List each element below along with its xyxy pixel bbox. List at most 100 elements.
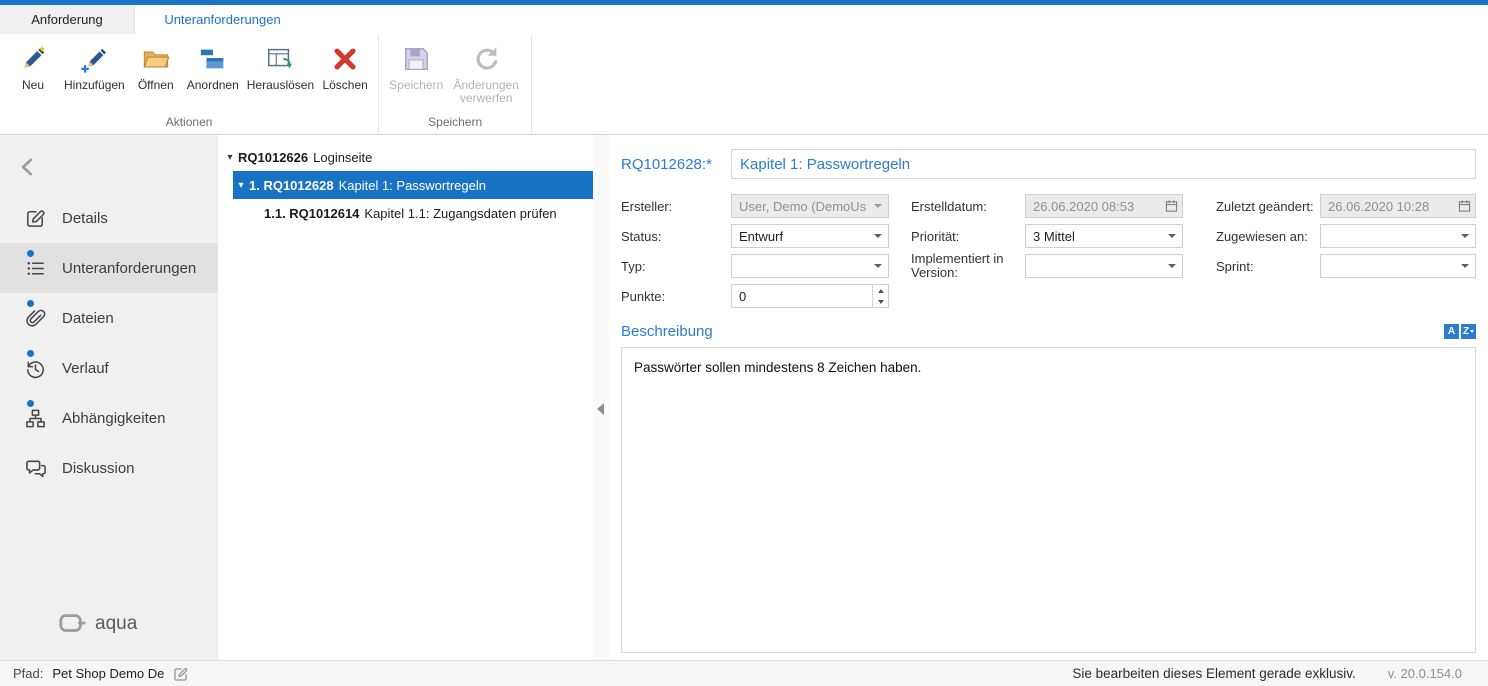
requirement-id-label: RQ1012628:* <box>621 156 731 173</box>
tree-item-rq1012626[interactable]: ▾ RQ1012626 Loginseite <box>218 143 593 171</box>
loeschen-button[interactable]: Löschen <box>318 42 372 92</box>
requirements-tree: ▾ RQ1012626 Loginseite ▾ 1. RQ1012628 Ka… <box>218 135 593 660</box>
sidebar-item-label: Unteranforderungen <box>62 260 196 277</box>
description-section-title: Beschreibung <box>621 323 1444 340</box>
tab-label: Anforderung <box>31 12 103 27</box>
description-header: Beschreibung A Z <box>621 317 1476 345</box>
erstelldatum-value: 26.06.2020 08:53 <box>1033 199 1134 214</box>
prioritaet-value: 3 Mittel <box>1033 229 1075 244</box>
title-input[interactable] <box>731 149 1476 179</box>
zugewiesen-an-label: Zugewiesen an: <box>1216 229 1320 244</box>
herausloesen-button[interactable]: Herauslösen <box>243 42 318 92</box>
sprint-select[interactable] <box>1320 254 1476 278</box>
back-chevron-icon[interactable] <box>16 155 40 179</box>
button-label: Änderungen verwerfen <box>451 79 521 105</box>
edit-details-icon <box>24 207 47 230</box>
expand-caret-icon[interactable]: ▾ <box>222 152 238 163</box>
button-label: Löschen <box>322 79 367 92</box>
erstelldatum-field: 26.06.2020 08:53 <box>1025 194 1183 218</box>
button-label: Anordnen <box>187 79 239 92</box>
spin-down-icon[interactable] <box>873 296 888 307</box>
ersteller-select: User, Demo (DemoUs ... <box>731 194 889 218</box>
sidebar-item-label: Verlauf <box>62 360 109 377</box>
app-version: v. 20.0.154.0 <box>1388 666 1462 681</box>
zuletzt-geaendert-value: 26.06.2020 10:28 <box>1328 199 1429 214</box>
detail-panel: RQ1012628:* Ersteller: User, Demo (DemoU… <box>609 135 1488 660</box>
sidebar-item-verlauf[interactable]: Verlauf <box>0 343 218 393</box>
chevron-down-icon <box>874 264 882 268</box>
arrange-icon <box>198 44 228 74</box>
tab-bar: Anforderung Unteranforderungen <box>0 5 1488 34</box>
sort-a-button[interactable]: A <box>1444 324 1459 339</box>
history-icon <box>24 357 47 380</box>
notification-dot <box>27 350 34 357</box>
chevron-down-icon <box>1168 264 1176 268</box>
tree-item-id: RQ1012626 <box>238 150 308 165</box>
anordnen-button[interactable]: Anordnen <box>183 42 243 92</box>
sidebar-item-unteranforderungen[interactable]: Unteranforderungen <box>0 243 218 293</box>
ribbon-buttons-row: Neu Hinzufügen <box>0 34 378 115</box>
expand-caret-icon[interactable]: ▾ <box>233 180 249 191</box>
tree-item-id: 1.1. RQ1012614 <box>264 206 359 221</box>
neu-button[interactable]: Neu <box>6 42 60 92</box>
ribbon-group-label-aktionen: Aktionen <box>0 115 378 134</box>
prioritaet-label: Priorität: <box>911 229 1025 244</box>
prioritaet-select[interactable]: 3 Mittel <box>1025 224 1183 248</box>
ribbon-group-aktionen: Neu Hinzufügen <box>0 34 379 134</box>
path-value: Pet Shop Demo De <box>52 666 164 681</box>
ribbon-toolbar: Neu Hinzufügen <box>0 34 1488 135</box>
sort-z-button[interactable]: Z <box>1461 324 1476 339</box>
erstelldatum-label: Erstelldatum: <box>911 199 1025 214</box>
sidebar-nav: Details Unteranforderungen Date <box>0 193 218 493</box>
undo-icon <box>471 44 501 74</box>
spin-up-icon[interactable] <box>873 285 888 296</box>
chevron-down-icon <box>1168 234 1176 238</box>
status-select[interactable]: Entwurf <box>731 224 889 248</box>
collapse-splitter-icon[interactable] <box>597 403 604 415</box>
typ-select[interactable] <box>731 254 889 278</box>
calendar-icon <box>1458 200 1471 213</box>
edit-path-icon[interactable] <box>173 666 189 682</box>
sidebar-item-label: Dateien <box>62 310 114 327</box>
oeffnen-button[interactable]: Öffnen <box>129 42 183 92</box>
punkte-stepper[interactable]: 0 <box>731 284 889 308</box>
button-label: Hinzufügen <box>64 79 125 92</box>
notification-dot <box>27 400 34 407</box>
tab-unteranforderungen[interactable]: Unteranforderungen <box>135 5 310 34</box>
aqua-logo-text: aqua <box>95 613 137 635</box>
sidebar-item-diskussion[interactable]: Diskussion <box>0 443 218 493</box>
spinner-arrows-icon <box>872 285 888 307</box>
save-floppy-icon <box>401 44 431 74</box>
zuletzt-geaendert-field: 26.06.2020 10:28 <box>1320 194 1476 218</box>
chevron-down-icon <box>1461 264 1469 268</box>
punkte-value: 0 <box>739 289 746 304</box>
tree-item-rq1012628[interactable]: ▾ 1. RQ1012628 Kapitel 1: Passwortregeln <box>233 171 593 199</box>
tree-item-rq1012614[interactable]: 1.1. RQ1012614 Kapitel 1.1: Zugangsdaten… <box>248 199 593 227</box>
hinzufuegen-button[interactable]: Hinzufügen <box>60 42 129 92</box>
ribbon-group-speichern: Speichern Änderungen verwerfen Speichern <box>379 34 532 134</box>
tree-item-title: Loginseite <box>313 150 372 165</box>
path-label: Pfad: <box>13 666 43 681</box>
description-editor[interactable]: Passwörter sollen mindestens 8 Zeichen h… <box>621 347 1476 653</box>
new-pencil-icon <box>18 44 48 74</box>
tree-item-title: Kapitel 1.1: Zugangsdaten prüfen <box>364 206 556 221</box>
tab-anforderung[interactable]: Anforderung <box>0 5 135 34</box>
left-sidebar: Details Unteranforderungen Date <box>0 135 218 660</box>
status-right: Sie bearbeiten dieses Element gerade exk… <box>1072 666 1462 681</box>
chat-icon <box>24 457 47 480</box>
sidebar-item-dateien[interactable]: Dateien <box>0 293 218 343</box>
aenderungen-verwerfen-button: Änderungen verwerfen <box>447 42 525 105</box>
sidebar-item-abhaengigkeiten[interactable]: Abhängigkeiten <box>0 393 218 443</box>
implementiert-in-version-select[interactable] <box>1025 254 1183 278</box>
sidebar-item-details[interactable]: Details <box>0 193 218 243</box>
chevron-down-icon <box>1461 234 1469 238</box>
zugewiesen-an-select[interactable] <box>1320 224 1476 248</box>
button-label: Speichern <box>389 79 443 92</box>
typ-label: Typ: <box>621 259 731 274</box>
sprint-label: Sprint: <box>1216 259 1320 274</box>
aqua-logo-icon <box>58 612 86 636</box>
ersteller-value: User, Demo (DemoUs ... <box>739 199 868 214</box>
sort-az-icon: A Z <box>1444 324 1476 339</box>
detail-header: RQ1012628:* <box>621 149 1476 179</box>
panel-splitter[interactable] <box>593 135 609 660</box>
